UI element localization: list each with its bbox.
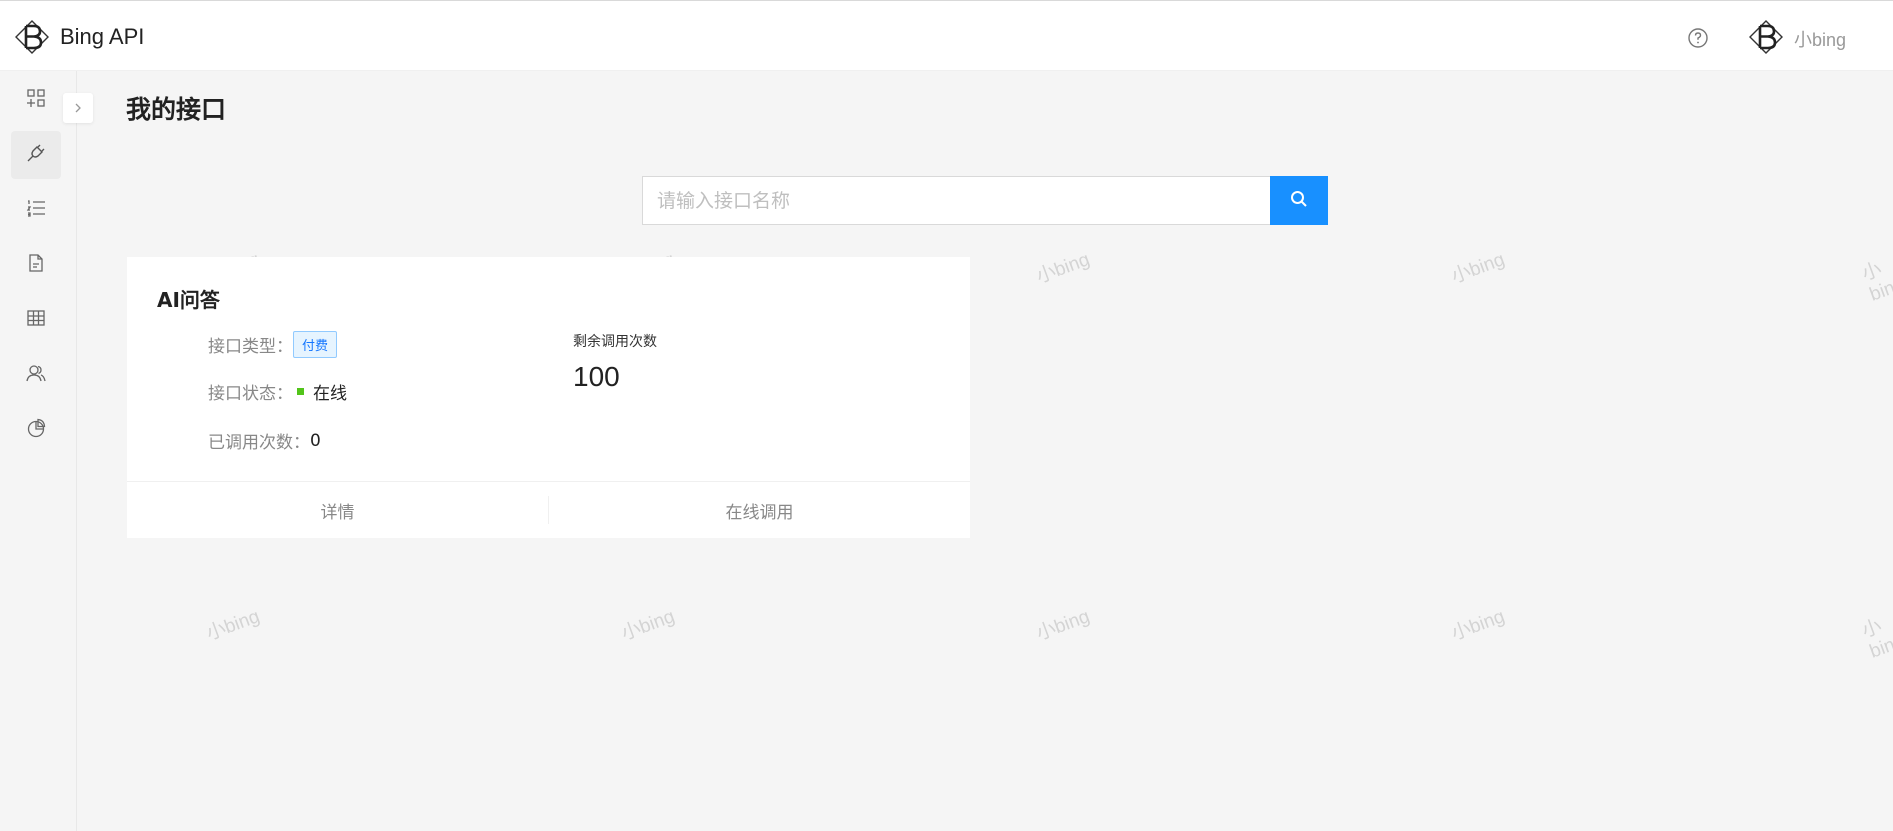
bing-logo-icon: [14, 19, 50, 55]
user-menu[interactable]: 小bing: [1748, 19, 1846, 59]
sidebar-item-document[interactable]: [11, 241, 61, 289]
online-call-button[interactable]: 在线调用: [549, 482, 970, 538]
watermark: 小bing: [1859, 258, 1893, 306]
status-row: 接口状态： 在线: [208, 379, 347, 404]
top-bar: Bing API 小bing: [0, 0, 1893, 71]
page-title: 我的接口: [126, 95, 227, 124]
watermark: 小bing: [1033, 606, 1093, 645]
type-label: 接口类型：: [208, 337, 293, 357]
plug-icon: [26, 143, 46, 167]
calls-label: 已调用次数：: [208, 433, 310, 453]
user-group-icon: [26, 363, 46, 387]
watermark: 小bing: [1033, 249, 1093, 288]
search-button[interactable]: [1270, 176, 1328, 225]
card-title: AI问答: [157, 288, 220, 312]
detail-button[interactable]: 详情: [127, 482, 548, 538]
watermark: 小bing: [203, 606, 263, 645]
card-actions: 详情 在线调用: [127, 481, 970, 538]
interface-card: AI问答 接口类型： 付费 接口状态： 在线 已调用次数： 0 剩余调用次数 1…: [127, 257, 970, 538]
question-circle-icon[interactable]: [1686, 26, 1710, 50]
watermark: 小bing: [1859, 615, 1893, 663]
sidebar-item-users[interactable]: [11, 351, 61, 399]
calls-value: 0: [310, 430, 321, 451]
watermark: 小bing: [1448, 249, 1508, 288]
chevron-right-icon: [72, 99, 84, 118]
sidebar-item-table[interactable]: [11, 296, 61, 344]
status-value: 在线: [313, 384, 347, 404]
status-label: 接口状态：: [208, 384, 293, 404]
sidebar-item-list[interactable]: [11, 186, 61, 234]
type-tag: 付费: [293, 331, 338, 358]
remaining-value: 100: [573, 361, 620, 392]
status-dot: [297, 388, 304, 395]
sidebar-item-dashboard[interactable]: [11, 76, 61, 124]
avatar: [1748, 19, 1784, 59]
sidebar-collapse-button[interactable]: [63, 93, 93, 123]
apps-plus-icon: [26, 88, 46, 112]
remaining-label: 剩余调用次数: [573, 334, 657, 350]
sidebar-item-my-interfaces[interactable]: [11, 131, 61, 179]
sidebar-item-analysis[interactable]: [11, 406, 61, 454]
ordered-list-icon: [26, 198, 46, 222]
app-title: Bing API: [60, 24, 145, 49]
sidebar: [0, 71, 77, 831]
calls-row: 已调用次数： 0: [208, 428, 321, 454]
pie-chart-icon: [26, 418, 46, 442]
search-input[interactable]: [642, 176, 1270, 225]
watermark: 小bing: [618, 606, 678, 645]
table-icon: [26, 308, 46, 332]
user-name: 小bing: [1794, 30, 1847, 50]
brand[interactable]: Bing API: [14, 19, 144, 55]
search-icon: [1289, 189, 1309, 212]
watermark: 小bing: [1448, 606, 1508, 645]
type-row: 接口类型： 付费: [208, 331, 338, 358]
file-icon: [26, 253, 46, 277]
